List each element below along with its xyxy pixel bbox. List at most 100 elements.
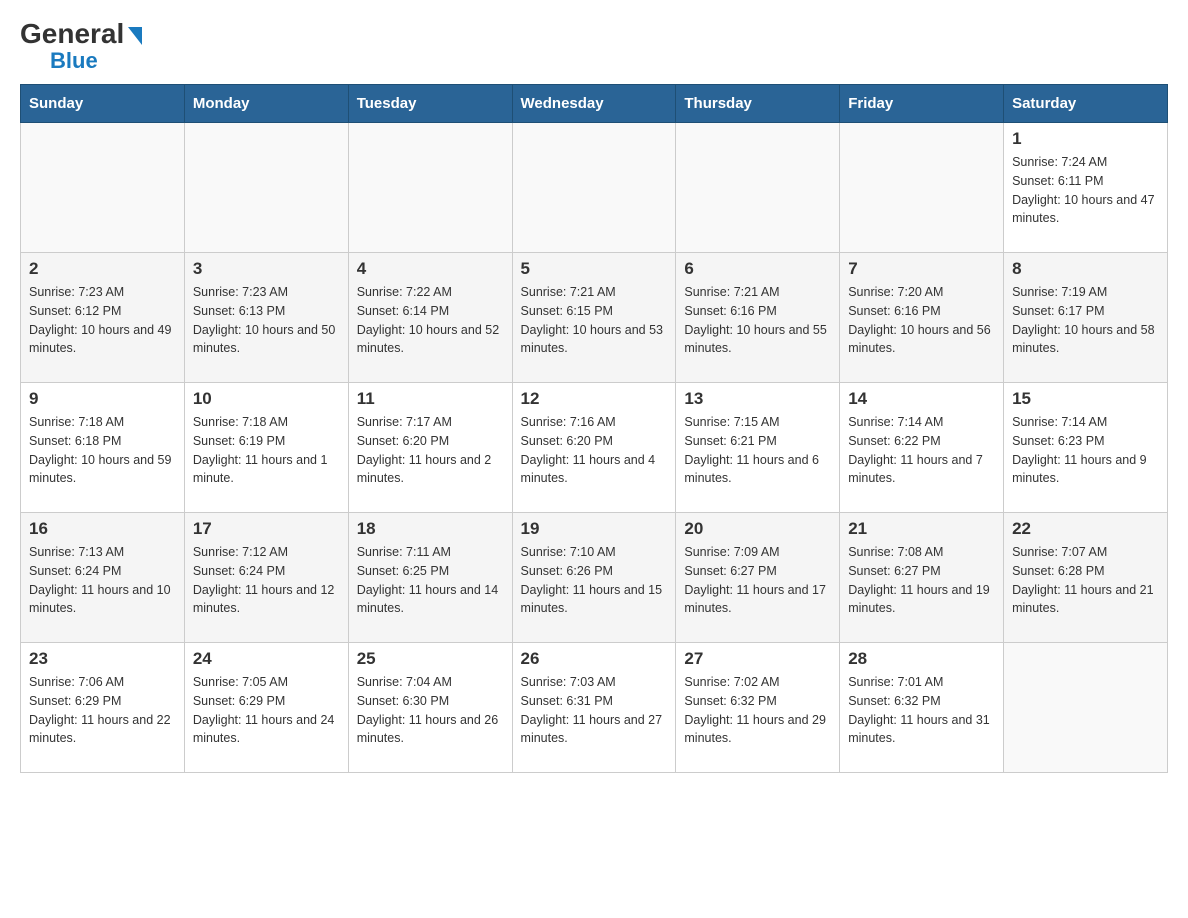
weekday-header-wednesday: Wednesday (512, 85, 676, 123)
day-number: 5 (521, 259, 668, 279)
day-number: 10 (193, 389, 340, 409)
calendar-cell: 13 Sunrise: 7:15 AM Sunset: 6:21 PM Dayli… (676, 383, 840, 513)
calendar-week-1: 1 Sunrise: 7:24 AM Sunset: 6:11 PM Daylig… (21, 123, 1168, 253)
calendar-cell: 7 Sunrise: 7:20 AM Sunset: 6:16 PM Daylig… (840, 253, 1004, 383)
day-number: 1 (1012, 129, 1159, 149)
calendar-cell: 12 Sunrise: 7:16 AM Sunset: 6:20 PM Dayli… (512, 383, 676, 513)
day-number: 8 (1012, 259, 1159, 279)
day-number: 4 (357, 259, 504, 279)
day-info: Sunrise: 7:18 AM Sunset: 6:18 PM Dayligh… (29, 413, 176, 488)
day-info: Sunrise: 7:12 AM Sunset: 6:24 PM Dayligh… (193, 543, 340, 618)
calendar-cell: 6 Sunrise: 7:21 AM Sunset: 6:16 PM Daylig… (676, 253, 840, 383)
day-info: Sunrise: 7:14 AM Sunset: 6:23 PM Dayligh… (1012, 413, 1159, 488)
day-info: Sunrise: 7:15 AM Sunset: 6:21 PM Dayligh… (684, 413, 831, 488)
day-info: Sunrise: 7:21 AM Sunset: 6:15 PM Dayligh… (521, 283, 668, 358)
day-number: 11 (357, 389, 504, 409)
calendar-cell (512, 123, 676, 253)
logo-general-text: General (20, 20, 142, 48)
day-number: 12 (521, 389, 668, 409)
calendar-cell: 28Sunrise: 7:01 AM Sunset: 6:32 PM Dayli… (840, 643, 1004, 773)
day-number: 22 (1012, 519, 1159, 539)
day-info: Sunrise: 7:24 AM Sunset: 6:11 PM Dayligh… (1012, 153, 1159, 228)
calendar-cell: 15 Sunrise: 7:14 AM Sunset: 6:23 PM Dayli… (1004, 383, 1168, 513)
day-info: Sunrise: 7:13 AM Sunset: 6:24 PM Dayligh… (29, 543, 176, 618)
weekday-header-sunday: Sunday (21, 85, 185, 123)
day-number: 3 (193, 259, 340, 279)
day-info: Sunrise: 7:05 AM Sunset: 6:29 PM Dayligh… (193, 673, 340, 748)
weekday-header-thursday: Thursday (676, 85, 840, 123)
calendar-cell: 17 Sunrise: 7:12 AM Sunset: 6:24 PM Dayli… (184, 513, 348, 643)
calendar-cell: 11 Sunrise: 7:17 AM Sunset: 6:20 PM Dayli… (348, 383, 512, 513)
day-number: 13 (684, 389, 831, 409)
day-info: Sunrise: 7:04 AM Sunset: 6:30 PM Dayligh… (357, 673, 504, 748)
calendar-table: SundayMondayTuesdayWednesdayThursdayFrid… (20, 84, 1168, 773)
calendar-cell: 8 Sunrise: 7:19 AM Sunset: 6:17 PM Daylig… (1004, 253, 1168, 383)
day-info: Sunrise: 7:23 AM Sunset: 6:13 PM Dayligh… (193, 283, 340, 358)
day-number: 2 (29, 259, 176, 279)
weekday-header-monday: Monday (184, 85, 348, 123)
calendar-cell (184, 123, 348, 253)
day-number: 15 (1012, 389, 1159, 409)
calendar-week-4: 16 Sunrise: 7:13 AM Sunset: 6:24 PM Dayli… (21, 513, 1168, 643)
day-info: Sunrise: 7:19 AM Sunset: 6:17 PM Dayligh… (1012, 283, 1159, 358)
calendar-cell (840, 123, 1004, 253)
calendar-cell: 23 Sunrise: 7:06 AM Sunset: 6:29 PM Dayli… (21, 643, 185, 773)
logo-arrow-icon (128, 27, 142, 45)
day-info: Sunrise: 7:06 AM Sunset: 6:29 PM Dayligh… (29, 673, 176, 748)
day-number: 18 (357, 519, 504, 539)
day-info: Sunrise: 7:09 AM Sunset: 6:27 PM Dayligh… (684, 543, 831, 618)
day-number: 27 (684, 649, 831, 669)
calendar-cell: 18 Sunrise: 7:11 AM Sunset: 6:25 PM Dayli… (348, 513, 512, 643)
calendar-cell: 14 Sunrise: 7:14 AM Sunset: 6:22 PM Dayli… (840, 383, 1004, 513)
calendar-week-5: 23 Sunrise: 7:06 AM Sunset: 6:29 PM Dayli… (21, 643, 1168, 773)
calendar-cell: 4 Sunrise: 7:22 AM Sunset: 6:14 PM Daylig… (348, 253, 512, 383)
day-number: 28 (848, 649, 995, 669)
day-info: Sunrise: 7:02 AM Sunset: 6:32 PM Dayligh… (684, 673, 831, 748)
day-info: Sunrise: 7:16 AM Sunset: 6:20 PM Dayligh… (521, 413, 668, 488)
page-header: General Blue (20, 20, 1168, 74)
day-number: 26 (521, 649, 668, 669)
day-number: 23 (29, 649, 176, 669)
logo-blue-text: Blue (50, 48, 98, 74)
weekday-header-row: SundayMondayTuesdayWednesdayThursdayFrid… (21, 85, 1168, 123)
day-number: 17 (193, 519, 340, 539)
day-info: Sunrise: 7:22 AM Sunset: 6:14 PM Dayligh… (357, 283, 504, 358)
day-info: Sunrise: 7:10 AM Sunset: 6:26 PM Dayligh… (521, 543, 668, 618)
day-info: Sunrise: 7:18 AM Sunset: 6:19 PM Dayligh… (193, 413, 340, 488)
weekday-header-friday: Friday (840, 85, 1004, 123)
day-info: Sunrise: 7:17 AM Sunset: 6:20 PM Dayligh… (357, 413, 504, 488)
calendar-cell: 20Sunrise: 7:09 AM Sunset: 6:27 PM Dayli… (676, 513, 840, 643)
logo: General Blue (20, 20, 142, 74)
calendar-cell: 3 Sunrise: 7:23 AM Sunset: 6:13 PM Daylig… (184, 253, 348, 383)
calendar-cell: 22 Sunrise: 7:07 AM Sunset: 6:28 PM Dayli… (1004, 513, 1168, 643)
calendar-cell: 1 Sunrise: 7:24 AM Sunset: 6:11 PM Daylig… (1004, 123, 1168, 253)
day-number: 24 (193, 649, 340, 669)
calendar-cell: 16 Sunrise: 7:13 AM Sunset: 6:24 PM Dayli… (21, 513, 185, 643)
day-info: Sunrise: 7:21 AM Sunset: 6:16 PM Dayligh… (684, 283, 831, 358)
calendar-cell: 24 Sunrise: 7:05 AM Sunset: 6:29 PM Dayli… (184, 643, 348, 773)
day-number: 16 (29, 519, 176, 539)
calendar-cell: 25 Sunrise: 7:04 AM Sunset: 6:30 PM Dayli… (348, 643, 512, 773)
day-number: 6 (684, 259, 831, 279)
day-info: Sunrise: 7:07 AM Sunset: 6:28 PM Dayligh… (1012, 543, 1159, 618)
calendar-cell (348, 123, 512, 253)
day-info: Sunrise: 7:08 AM Sunset: 6:27 PM Dayligh… (848, 543, 995, 618)
day-info: Sunrise: 7:20 AM Sunset: 6:16 PM Dayligh… (848, 283, 995, 358)
calendar-cell (21, 123, 185, 253)
day-info: Sunrise: 7:14 AM Sunset: 6:22 PM Dayligh… (848, 413, 995, 488)
day-number: 19 (521, 519, 668, 539)
weekday-header-tuesday: Tuesday (348, 85, 512, 123)
day-number: 14 (848, 389, 995, 409)
calendar-week-2: 2Sunrise: 7:23 AM Sunset: 6:12 PM Daylig… (21, 253, 1168, 383)
day-info: Sunrise: 7:11 AM Sunset: 6:25 PM Dayligh… (357, 543, 504, 618)
calendar-cell: 27 Sunrise: 7:02 AM Sunset: 6:32 PM Dayli… (676, 643, 840, 773)
day-number: 7 (848, 259, 995, 279)
calendar-cell: 2Sunrise: 7:23 AM Sunset: 6:12 PM Daylig… (21, 253, 185, 383)
calendar-cell: 10 Sunrise: 7:18 AM Sunset: 6:19 PM Dayli… (184, 383, 348, 513)
calendar-cell: 9 Sunrise: 7:18 AM Sunset: 6:18 PM Daylig… (21, 383, 185, 513)
calendar-cell: 21Sunrise: 7:08 AM Sunset: 6:27 PM Dayli… (840, 513, 1004, 643)
day-number: 9 (29, 389, 176, 409)
day-info: Sunrise: 7:03 AM Sunset: 6:31 PM Dayligh… (521, 673, 668, 748)
weekday-header-saturday: Saturday (1004, 85, 1168, 123)
day-number: 25 (357, 649, 504, 669)
